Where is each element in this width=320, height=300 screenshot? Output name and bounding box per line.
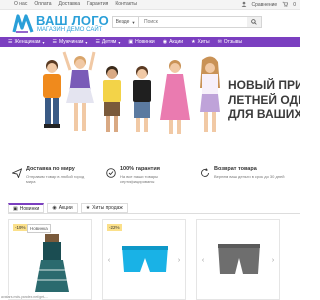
tag-icon: ▣ xyxy=(13,205,18,212)
category-label: Детям xyxy=(101,39,117,45)
feature-delivery: Доставка по миру Отправим товар в любой … xyxy=(12,166,102,184)
chevron-right-icon[interactable]: › xyxy=(175,256,183,264)
feature-title: Возврат товара xyxy=(214,166,257,172)
banner-headline: НОВЫЙ ПРИ ЛЕТНЕЙ ОДІ ДЛЯ ВАШИХ xyxy=(228,78,300,122)
search-icon xyxy=(251,19,257,25)
category-sale[interactable]: ◉ Акции xyxy=(163,39,183,45)
category-new[interactable]: ▣ Новинки xyxy=(128,39,154,45)
search-scope-select[interactable]: Везде ▼ xyxy=(113,17,139,27)
feature-title: 100% гарантия xyxy=(120,166,160,172)
chevron-down-icon: ▾ xyxy=(85,39,88,45)
feature-title: Доставка по миру xyxy=(26,166,75,172)
star-icon: ★ xyxy=(191,39,196,45)
tab-label: Хиты продаж xyxy=(92,205,123,211)
category-nav: ☰ Женщинам ▾ ☰ Мужчинам ▾ ☰ Детям ▾ ▣ Но… xyxy=(0,37,300,47)
top-nav: О нас Оплата Доставка Гарантия Контакты xyxy=(14,1,137,7)
cart-count: 0 xyxy=(293,2,296,8)
category-label: Новинки xyxy=(135,39,155,45)
product-image xyxy=(122,246,168,272)
feature-return: Возврат товара Вернем ваш деньги в срок … xyxy=(200,166,296,179)
chevron-down-icon: ▾ xyxy=(118,39,121,45)
category-label: Мужчинам xyxy=(58,39,84,45)
category-reviews[interactable]: ✉ Отзывы xyxy=(218,39,243,45)
chat-icon: ✉ xyxy=(217,39,222,45)
feature-desc: Отправим товар в любой город мира xyxy=(26,174,85,184)
category-label: Акции xyxy=(169,39,184,45)
product-image xyxy=(218,244,260,274)
feature-desc: На все наши товары сертифицированы xyxy=(120,174,159,184)
menu-icon: ☰ xyxy=(8,39,13,45)
category-men[interactable]: ☰ Мужчинам ▾ xyxy=(52,39,87,45)
topnav-link[interactable]: Доставка xyxy=(59,1,80,7)
search-input[interactable] xyxy=(139,17,247,27)
compare-link[interactable]: Сравнение xyxy=(252,2,278,8)
product-image xyxy=(35,234,69,292)
category-women[interactable]: ☰ Женщинам ▾ xyxy=(8,39,44,45)
chevron-left-icon[interactable]: ‹ xyxy=(105,256,113,264)
chevron-down-icon: ▾ xyxy=(42,39,45,45)
banner-line: ЛЕТНЕЙ ОДІ xyxy=(228,92,300,107)
chevron-right-icon[interactable]: › xyxy=(269,256,277,264)
tab-sale[interactable]: ◉ Акции xyxy=(47,203,78,213)
status-url: avatars.mds.yandex.net/get-... xyxy=(0,295,50,299)
logo-subtitle: МАГАЗИН ДЕМО САЙТ xyxy=(37,27,103,33)
category-label: Хиты xyxy=(197,39,210,45)
banner-line: НОВЫЙ ПРИ xyxy=(228,78,300,92)
logo-title[interactable]: ВАШ ЛОГО xyxy=(36,13,109,28)
new-badge: Новинка xyxy=(27,224,51,233)
percent-icon: ◉ xyxy=(52,205,57,211)
tabs-divider xyxy=(8,213,300,214)
product-tabs: ▣ Новинки ◉ Акции ★ Хиты продаж xyxy=(8,203,128,213)
menu-icon: ☰ xyxy=(52,39,57,45)
feature-desc: Вернем ваш деньги в срок до 30 дней xyxy=(214,174,285,179)
banner-kids-image xyxy=(43,51,220,134)
product-card[interactable]: -22% ‹ › xyxy=(102,219,186,300)
banner-line: ДЛЯ ВАШИХ xyxy=(228,107,300,121)
category-hits[interactable]: ★ Хиты xyxy=(191,39,210,45)
top-bar: О нас Оплата Доставка Гарантия Контакты … xyxy=(0,0,300,10)
search-button[interactable] xyxy=(247,17,261,27)
product-card[interactable]: -19% Новинка ★★★★★ xyxy=(8,219,92,300)
category-kids[interactable]: ☰ Детям ▾ xyxy=(95,39,120,45)
cart-icon[interactable] xyxy=(282,1,289,9)
product-card[interactable]: ‹ › xyxy=(196,219,280,300)
tab-label: Акции xyxy=(58,205,73,211)
account-links: Сравнение 0 xyxy=(241,1,296,9)
hero-banner[interactable]: НОВЫЙ ПРИ ЛЕТНЕЙ ОДІ ДЛЯ ВАШИХ xyxy=(0,48,300,158)
chevron-down-icon: ▼ xyxy=(131,19,136,25)
tag-icon: ▣ xyxy=(128,39,134,45)
logo-mark-icon[interactable] xyxy=(12,14,34,34)
topnav-link[interactable]: О нас xyxy=(14,1,27,7)
sale-badge: -22% xyxy=(107,224,122,231)
search-bar: Везде ▼ xyxy=(112,16,262,28)
search-scope-label: Везде xyxy=(115,19,130,25)
site-header: ВАШ ЛОГО МАГАЗИН ДЕМО САЙТ Везде ▼ xyxy=(0,10,300,36)
topnav-link[interactable]: Гарантия xyxy=(87,1,108,7)
category-label: Женщинам xyxy=(14,39,41,45)
user-icon[interactable] xyxy=(241,1,247,9)
tab-new[interactable]: ▣ Новинки xyxy=(8,203,45,213)
category-label: Отзывы xyxy=(223,39,243,45)
checkmark-circle-icon xyxy=(106,168,116,178)
product-grid: -19% Новинка ★★★★★ -22% ‹ › ‹ › xyxy=(8,219,308,300)
paper-plane-icon xyxy=(12,168,22,178)
topnav-link[interactable]: Оплата xyxy=(34,1,51,7)
menu-icon: ☰ xyxy=(95,39,100,45)
refresh-icon xyxy=(201,168,209,177)
topnav-link[interactable]: Контакты xyxy=(115,1,137,7)
chevron-left-icon[interactable]: ‹ xyxy=(199,256,207,264)
tab-hits[interactable]: ★ Хиты продаж xyxy=(80,203,128,213)
tab-label: Новинки xyxy=(19,205,40,212)
feature-guarantee: 100% гарантия На все наши товары сертифи… xyxy=(106,166,196,184)
features-row: Доставка по миру Отправим товар в любой … xyxy=(0,166,300,194)
sale-badge: -19% xyxy=(13,224,28,231)
percent-icon: ◉ xyxy=(162,39,168,45)
star-icon: ★ xyxy=(85,205,91,211)
